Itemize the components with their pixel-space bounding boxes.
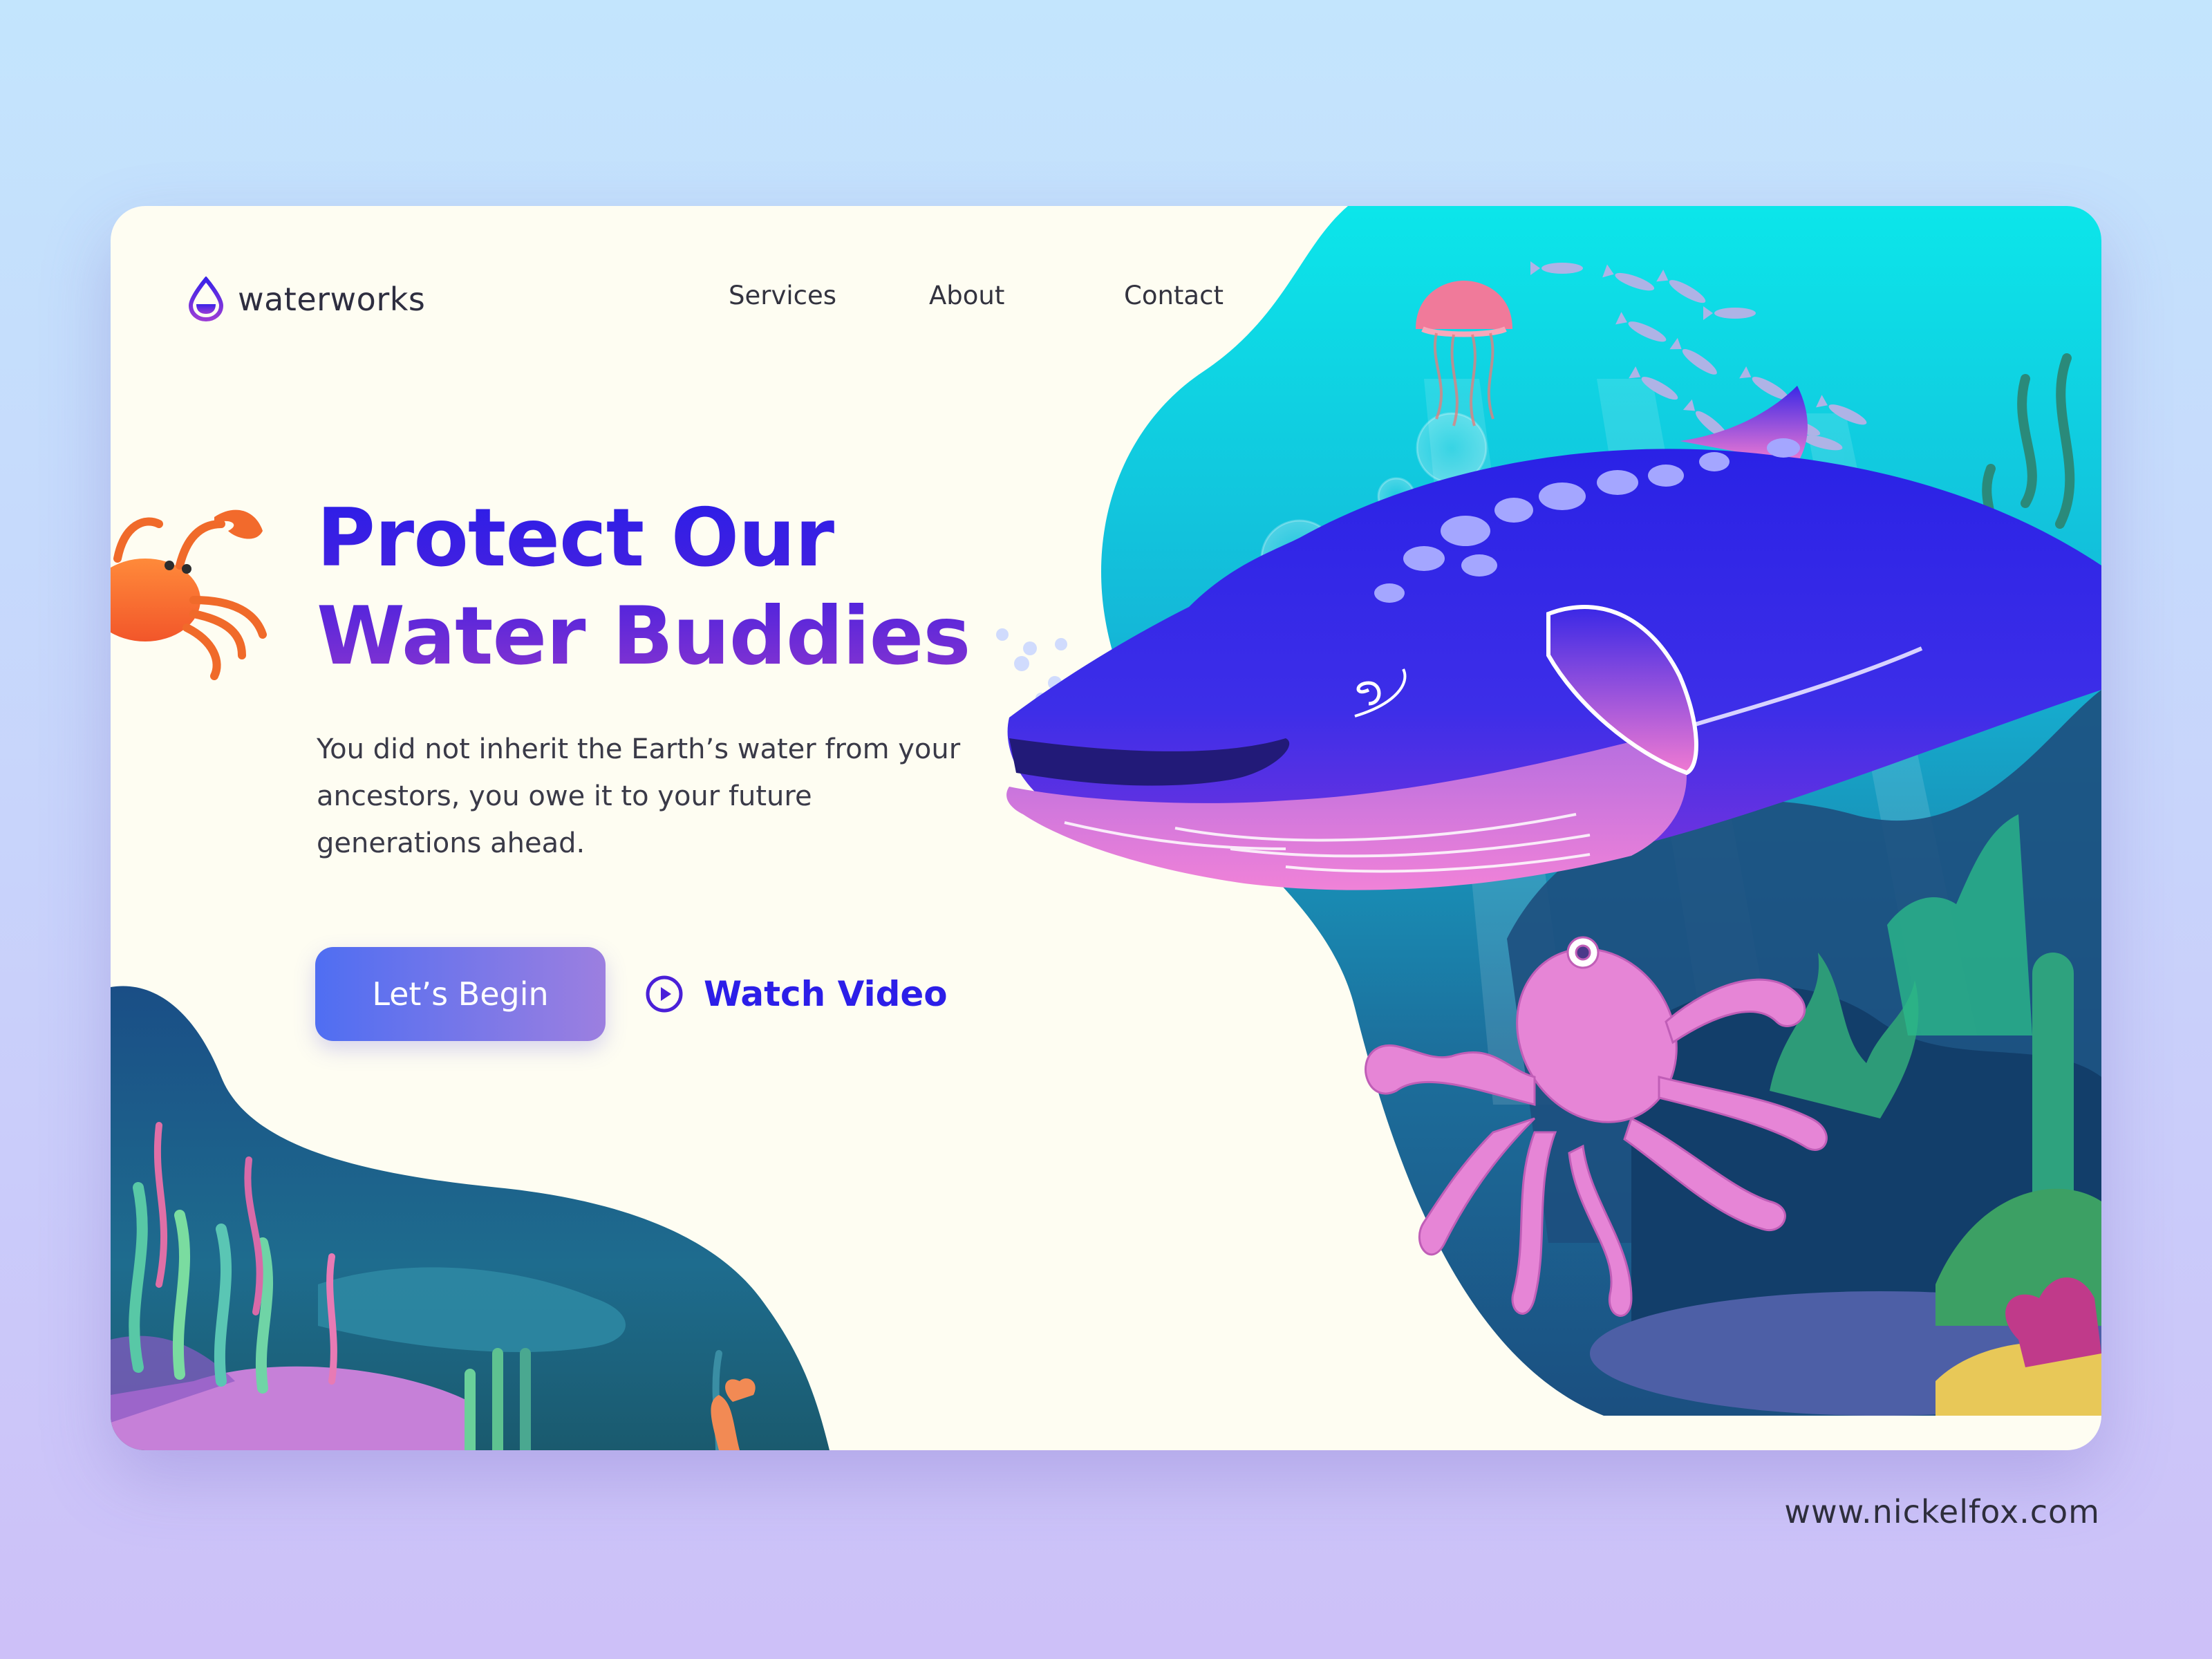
watch-video-link[interactable]: Watch Video (644, 969, 948, 1019)
crab (111, 509, 267, 680)
hero-title-line-2: Water Buddies (317, 590, 971, 683)
hero-description: You did not inherit the Earth’s water fr… (317, 733, 961, 859)
landing-card: waterworks Services About Contact Protec… (111, 206, 2101, 1450)
lets-begin-button[interactable]: Let’s Begin (315, 947, 606, 1041)
hero-title: Protect Our Water Buddies (317, 489, 1077, 686)
play-circle-icon (646, 975, 683, 1013)
watch-video-label: Watch Video (704, 974, 948, 1014)
hero-title-line-1: Protect Our (317, 491, 834, 585)
main-nav: Services About Contact (111, 281, 2101, 322)
nav-item-about[interactable]: About (929, 281, 1004, 310)
nav-item-contact[interactable]: Contact (1124, 281, 1224, 310)
footer-url[interactable]: www.nickelfox.com (1784, 1493, 2100, 1530)
nav-item-services[interactable]: Services (729, 281, 836, 310)
